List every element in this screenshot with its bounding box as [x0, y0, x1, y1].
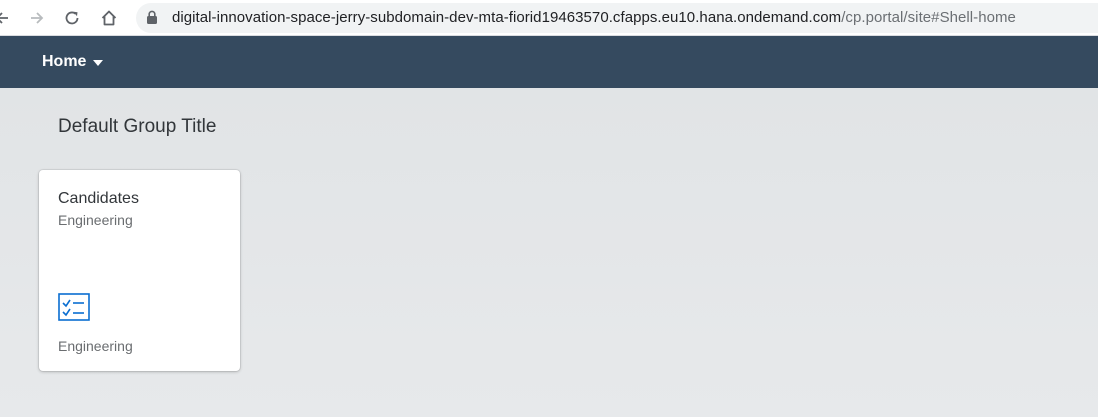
launchpad-content: Default Group Title Candidates Engineeri…: [0, 88, 1098, 417]
home-menu-button[interactable]: Home: [42, 52, 104, 71]
address-url[interactable]: digital-innovation-space-jerry-subdomain…: [172, 9, 1016, 26]
tile-title: Candidates: [58, 190, 139, 207]
url-host: digital-innovation-space-jerry-subdomain…: [172, 9, 842, 26]
tile-footer: Engineering: [58, 338, 133, 354]
forward-arrow-icon[interactable]: [27, 8, 47, 28]
tile-subtitle: Engineering: [58, 212, 133, 228]
browser-toolbar: digital-innovation-space-jerry-subdomain…: [0, 0, 1098, 36]
task-list-icon: [58, 293, 90, 326]
url-path: /cp.portal/site#Shell-home: [841, 9, 1016, 26]
caret-down-icon: [93, 53, 104, 71]
lock-icon: [146, 10, 158, 30]
back-arrow-icon[interactable]: [0, 8, 12, 28]
app-tile-candidates[interactable]: Candidates Engineering Engineering: [39, 170, 240, 371]
shell-header: Home: [0, 36, 1098, 88]
reload-icon[interactable]: [62, 8, 82, 28]
group-title: Default Group Title: [58, 116, 217, 137]
home-icon[interactable]: [99, 8, 119, 28]
home-menu-label: Home: [42, 52, 87, 70]
